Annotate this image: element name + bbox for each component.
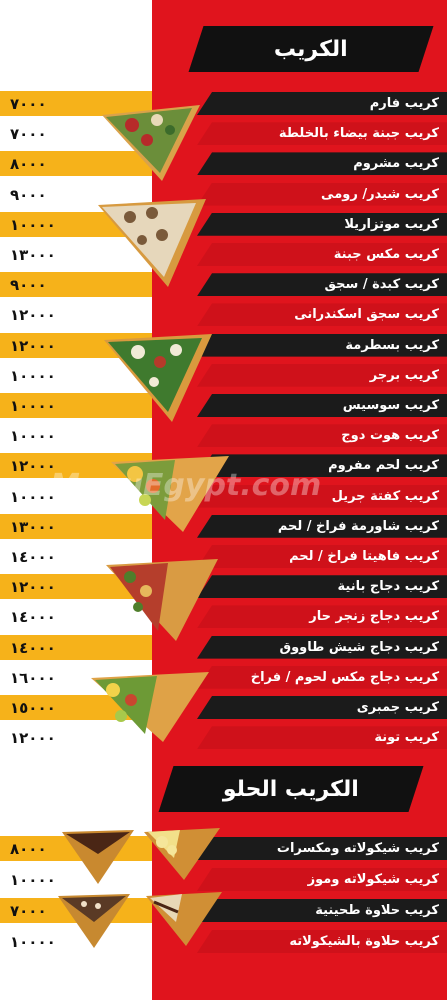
crepe-image-6 <box>91 672 209 742</box>
item-name: كريب شيكولاته ومكسرات <box>197 837 447 860</box>
item-name: كريب كبدة / سجق <box>197 273 447 297</box>
item-price: ٧٠٠٠ <box>10 95 47 113</box>
crepe-image-sweet-4 <box>146 892 222 946</box>
item-name: كريب دجاج شيش طاووق <box>197 635 447 659</box>
crepe-image-sweet-1 <box>62 830 134 884</box>
item-name: كريب تونة <box>197 726 447 750</box>
crepe-image-2 <box>98 199 206 287</box>
item-price: ١٢٠٠٠ <box>10 336 56 355</box>
savory-item-row: ١٠٠٠٠ كريب موتزاريلا <box>0 210 447 239</box>
item-price: ٨٠٠٠ <box>10 155 47 174</box>
savory-item-row: ٨٠٠٠ كريب مشروم <box>0 149 447 178</box>
item-price: ١٢٠٠٠ <box>10 578 56 597</box>
item-price: ٧٠٠٠ <box>10 125 47 144</box>
crepe-image-sweet-3 <box>58 894 130 948</box>
crepe-image-1 <box>102 105 200 181</box>
item-name: كريب شيدر/ رومى <box>197 182 447 206</box>
crepe-image-3 <box>104 334 212 422</box>
item-name: كريب شيكولاته وموز <box>197 868 447 891</box>
item-price: ٩٠٠٠ <box>10 185 47 204</box>
savory-item-row: ١٠٠٠٠ كريب سوسيس <box>0 391 447 420</box>
savory-item-row: ١٢٠٠٠ كريب بسطرمة <box>0 331 447 360</box>
item-name: كريب سجق اسكندرانى <box>197 303 447 327</box>
item-name: كريب جبنة بيضاء بالخلطة <box>197 122 447 146</box>
savory-item-row: ١٣٠٠٠ كريب مكس جبنة <box>0 240 447 269</box>
savory-item-row: ١٠٠٠٠ كريب برجر <box>0 361 447 390</box>
item-price: ١٥٠٠٠ <box>10 699 56 717</box>
item-name: كريب حلاوة طحينية <box>197 899 447 922</box>
item-price: ١٤٠٠٠ <box>10 548 56 566</box>
item-price: ١٠٠٠٠ <box>10 215 56 234</box>
savory-item-row: ١٢٠٠٠ كريب تونة <box>0 723 447 752</box>
section-title-sweet-crepe: الكريب الحلو <box>158 766 424 812</box>
item-name: كريب سوسيس <box>197 394 447 417</box>
item-name: كريب فارم <box>197 92 447 115</box>
item-name: كريب حلاوة بالشيكولاته <box>197 930 447 953</box>
item-name: كريب برجر <box>197 363 447 387</box>
item-name: كريب مكس جبنة <box>197 243 447 266</box>
savory-item-row: ١٦٠٠٠ كريب دجاج مكس لحوم / فراخ <box>0 663 447 692</box>
savory-item-row: ١٥٠٠٠ كريب جمبرى <box>0 693 447 722</box>
item-name: كريب فاهيتا فراخ / لحم <box>197 545 447 568</box>
section-title-text: الكريب الحلو <box>223 776 359 802</box>
item-price: ٩٠٠٠ <box>10 276 47 295</box>
item-price: ١٢٠٠٠ <box>10 306 56 325</box>
crepe-image-sweet-2 <box>144 828 220 880</box>
item-price: ١٠٠٠٠ <box>10 427 56 446</box>
item-price: ١٠٠٠٠ <box>10 366 56 385</box>
item-name: كريب مشروم <box>197 152 447 176</box>
item-price: ١٤٠٠٠ <box>10 608 56 627</box>
watermark: MenuEgypt.com <box>50 468 322 503</box>
section-title-crepe: الكريب <box>188 26 434 72</box>
item-price: ١٣٠٠٠ <box>10 517 56 536</box>
item-name: كريب موتزاريلا <box>197 212 447 236</box>
item-name: كريب دجاج زنجر حار <box>197 605 447 629</box>
savory-item-row: ١٢٠٠٠ كريب سجق اسكندرانى <box>0 300 447 329</box>
item-name: كريب بسطرمة <box>197 333 447 357</box>
item-price: ١٠٠٠٠ <box>10 397 56 415</box>
item-price: ١٣٠٠٠ <box>10 246 56 264</box>
savory-item-row: ٩٠٠٠ كريب كبدة / سجق <box>0 270 447 299</box>
item-price: ١٢٠٠٠ <box>10 729 56 748</box>
item-name: كريب جمبرى <box>197 696 447 719</box>
item-price: ١٦٠٠٠ <box>10 668 56 687</box>
crepe-image-5 <box>106 559 218 641</box>
item-price: ١٤٠٠٠ <box>10 638 56 657</box>
savory-item-row: ٩٠٠٠ كريب شيدر/ رومى <box>0 180 447 209</box>
item-name: كريب دجاج بانية <box>197 575 447 599</box>
section-title-text: الكريب <box>274 36 348 62</box>
savory-item-row: ٧٠٠٠ كريب فارم <box>0 89 447 118</box>
item-name: كريب دجاج مكس لحوم / فراخ <box>197 665 447 689</box>
savory-item-row: ٧٠٠٠ كريب جبنة بيضاء بالخلطة <box>0 119 447 148</box>
